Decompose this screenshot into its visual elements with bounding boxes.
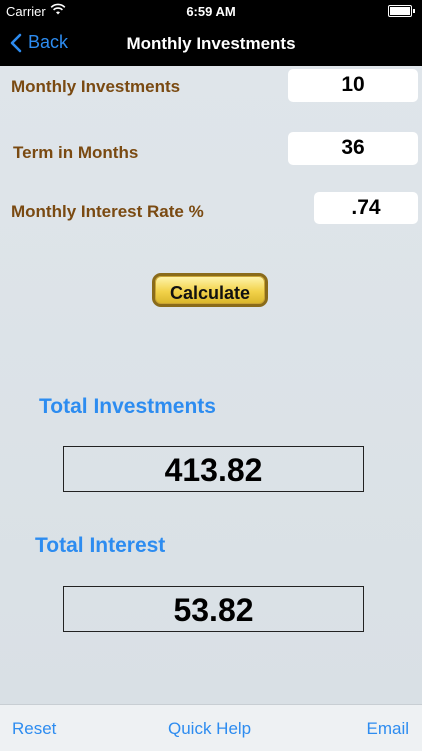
total-interest-label: Total Interest — [35, 534, 166, 557]
interest-rate-input[interactable]: .74 — [314, 192, 418, 224]
total-investments-label: Total Investments — [39, 395, 216, 418]
page-title: Monthly Investments — [126, 34, 296, 53]
interest-rate-label: Monthly Interest Rate % — [11, 202, 204, 221]
reset-button[interactable]: Reset — [12, 719, 56, 739]
status-bar: Carrier 6:59 AM — [0, 0, 422, 22]
bottom-toolbar: Reset Quick Help Email — [0, 704, 422, 751]
monthly-investments-input[interactable]: 10 — [288, 69, 418, 102]
monthly-investments-label: Monthly Investments — [11, 77, 181, 96]
navigation-bar: Back Monthly Investments — [0, 22, 422, 66]
total-interest-value: 53.82 — [63, 586, 364, 632]
term-in-months-input[interactable]: 36 — [288, 132, 418, 165]
email-button[interactable]: Email — [366, 719, 409, 739]
battery-icon — [388, 5, 415, 17]
status-time: 6:59 AM — [186, 4, 236, 19]
calculator-content: Monthly Investments 10 Term in Months 36… — [0, 66, 422, 704]
term-in-months-label: Term in Months — [13, 143, 139, 162]
calculate-button[interactable]: Calculate — [152, 273, 268, 307]
top-bar: Carrier 6:59 AM Back Monthly Investments — [0, 0, 422, 66]
quick-help-button[interactable]: Quick Help — [168, 719, 251, 739]
total-investments-value: 413.82 — [63, 446, 364, 492]
